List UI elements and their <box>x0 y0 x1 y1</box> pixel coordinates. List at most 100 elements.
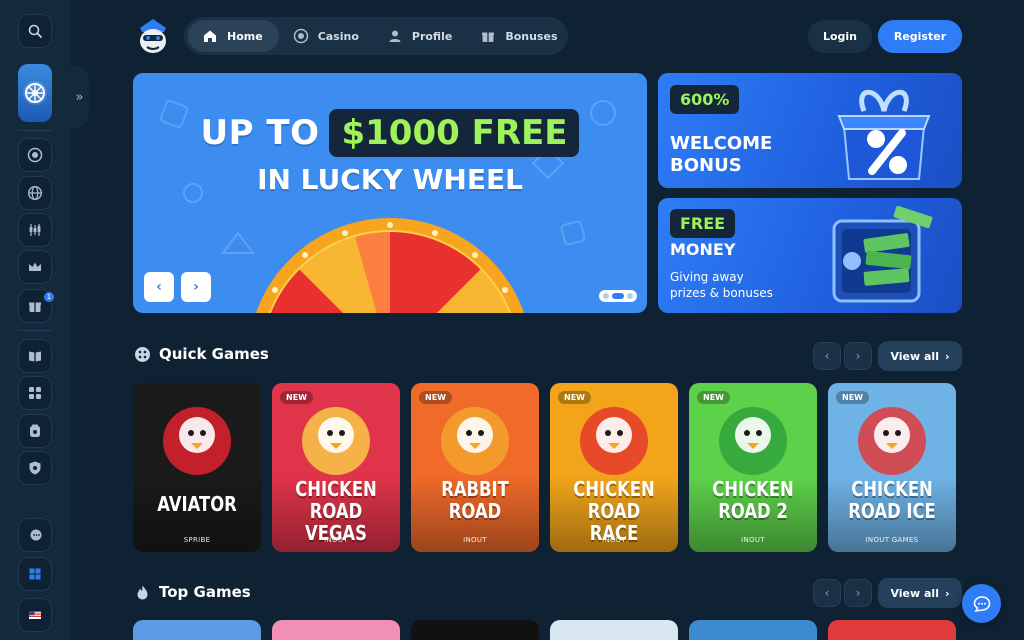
top-game-card[interactable] <box>272 620 400 640</box>
dice-icon <box>135 346 150 362</box>
nav-home-label: Home <box>227 29 263 43</box>
carousel-pagination[interactable] <box>599 290 637 302</box>
sidebar-item-bonuses[interactable]: 1 <box>18 289 54 323</box>
game-provider: INOUT <box>602 536 626 544</box>
sidebar-item-wallet[interactable] <box>18 414 52 448</box>
nav-profile[interactable]: Profile <box>373 20 466 52</box>
sidebar-item-trading[interactable] <box>18 213 52 247</box>
new-badge: NEW <box>419 391 452 404</box>
chevron-right-icon: › <box>193 279 199 295</box>
chevron-right-icon: › <box>855 586 861 600</box>
top-game-card[interactable] <box>828 620 956 640</box>
promo-free-money[interactable]: FREE MONEY Giving away prizes & bonuses <box>658 198 962 313</box>
user-icon <box>389 30 401 42</box>
sidebar-item-rules[interactable] <box>18 339 52 373</box>
windows-icon <box>29 568 41 580</box>
hero-next-button[interactable]: › <box>181 272 211 302</box>
sidebar-item-sports[interactable] <box>18 176 52 210</box>
carousel-dot[interactable] <box>603 293 609 299</box>
hero-prev-button[interactable]: ‹ <box>144 272 174 302</box>
search-button[interactable] <box>18 14 52 48</box>
quick-games-view-all[interactable]: View all › <box>878 341 962 371</box>
sidebar-item-casino[interactable] <box>18 138 52 172</box>
carousel-dot[interactable] <box>627 293 633 299</box>
game-title-line1: CHICKEN <box>573 477 655 501</box>
carousel-dot-active[interactable] <box>612 293 624 299</box>
nav-home[interactable]: Home <box>188 20 279 52</box>
register-button[interactable]: Register <box>878 20 962 53</box>
new-badge: NEW <box>697 391 730 404</box>
hero-subline: IN LUCKY WHEEL <box>257 163 523 196</box>
double-chevron-right-icon: » <box>75 89 84 105</box>
top-games-next-button[interactable]: › <box>844 579 872 607</box>
sidebar-expand-toggle[interactable]: » <box>70 66 89 128</box>
lucky-wheel-shortcut[interactable] <box>18 64 52 122</box>
game-provider: INOUT <box>324 536 348 544</box>
top-game-card[interactable] <box>550 620 678 640</box>
nav-profile-label: Profile <box>411 29 453 43</box>
site-logo[interactable] <box>134 16 172 56</box>
sidebar-item-vip[interactable] <box>18 250 52 284</box>
sidebar-item-support[interactable] <box>18 518 52 552</box>
game-provider: SPRIBE <box>183 536 211 544</box>
hero-banner[interactable]: UP TO $1000 FREE IN LUCKY WHEEL ‹ › <box>133 73 647 313</box>
money-safe-icon <box>832 206 933 303</box>
game-title: RABBIT ROAD <box>423 478 528 522</box>
game-title: CHICKEN ROAD 2 <box>701 478 806 522</box>
game-card[interactable]: NEW CHICKEN ROAD 2 INOUT <box>689 383 817 552</box>
wallet-icon <box>30 424 40 437</box>
nav-bonuses[interactable]: Bonuses <box>466 20 571 52</box>
game-card[interactable]: AVIATOR SPRIBE <box>133 383 261 552</box>
globe-icon <box>27 185 43 201</box>
new-badge: NEW <box>558 391 591 404</box>
promo-money-subtitle: Giving away prizes & bonuses <box>670 269 773 301</box>
game-title-line2: ROAD ICE <box>848 499 936 523</box>
promo-percent-tag: 600% <box>670 85 740 114</box>
game-title-line1: CHICKEN <box>712 477 794 501</box>
chat-icon <box>973 595 990 612</box>
sidebar: 1 <box>0 0 70 640</box>
hero-amount: $1000 FREE <box>341 113 568 153</box>
quick-games-next-button[interactable]: › <box>844 342 872 370</box>
game-title-line1: CHICKEN <box>295 477 377 501</box>
language-selector[interactable] <box>18 598 52 632</box>
top-game-card[interactable] <box>689 620 817 640</box>
top-game-card[interactable] <box>133 620 261 640</box>
game-title: CHICKEN ROAD ICE <box>840 478 945 522</box>
top-games-prev-button[interactable]: ‹ <box>813 579 841 607</box>
view-all-label: View all <box>890 349 939 363</box>
promo-sub-line2: prizes & bonuses <box>670 286 773 300</box>
nav-casino[interactable]: Casino <box>279 20 373 52</box>
promo-welcome-bonus[interactable]: 600% WELCOME BONUS <box>658 73 962 188</box>
sidebar-item-security[interactable] <box>18 451 52 485</box>
quick-games-prev-button[interactable]: ‹ <box>813 342 841 370</box>
sidebar-item-games[interactable] <box>18 376 52 410</box>
top-game-card[interactable] <box>411 620 539 640</box>
chevron-left-icon: ‹ <box>824 349 830 363</box>
gift-icon <box>29 302 41 312</box>
game-title-line1: CHICKEN <box>851 477 933 501</box>
game-title: AVIATOR <box>145 493 250 515</box>
game-title: CHICKEN ROAD VEGAS <box>284 478 389 544</box>
home-icon <box>204 30 216 42</box>
book-icon <box>29 351 41 362</box>
nav-bonuses-label: Bonuses <box>505 29 558 43</box>
us-flag-icon <box>29 611 41 619</box>
wheel-icon <box>23 81 47 105</box>
game-card[interactable]: NEW RABBIT ROAD INOUT <box>411 383 539 552</box>
chevron-left-icon: ‹ <box>156 279 162 295</box>
live-chat-button[interactable] <box>962 584 1001 623</box>
game-title-line1: AVIATOR <box>157 492 237 516</box>
game-card[interactable]: NEW CHICKEN ROAD RACE INOUT <box>550 383 678 552</box>
game-card[interactable]: NEW CHICKEN ROAD ICE INOUT GAMES <box>828 383 956 552</box>
top-games-view-all[interactable]: View all › <box>878 578 962 608</box>
hero-amount-box: $1000 FREE <box>329 109 580 157</box>
gift-box-percent-icon <box>837 89 931 180</box>
new-badge: NEW <box>280 391 313 404</box>
promo-money-title: MONEY <box>670 240 736 259</box>
main-nav: Home Casino Profile Bonuses <box>184 17 568 55</box>
promo-sub-line1: Giving away <box>670 270 744 284</box>
game-card[interactable]: NEW CHICKEN ROAD VEGAS INOUT <box>272 383 400 552</box>
sidebar-item-download-app[interactable] <box>18 557 52 591</box>
login-button[interactable]: Login <box>808 20 872 53</box>
